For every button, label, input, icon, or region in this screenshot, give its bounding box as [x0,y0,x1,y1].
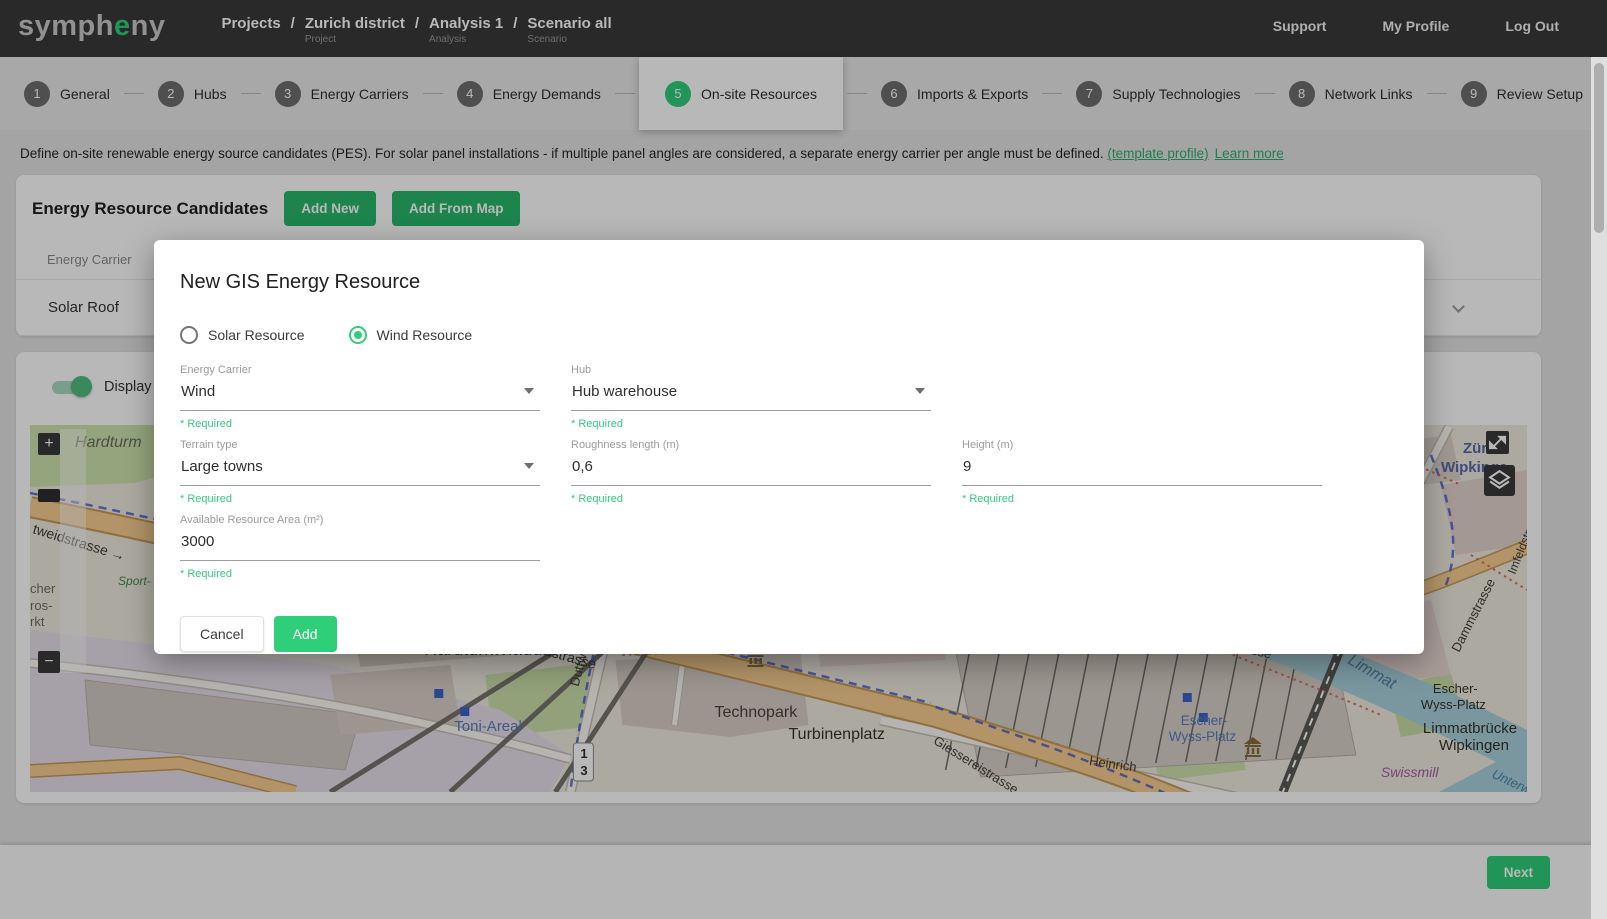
radio-wind-resource[interactable]: Wind Resource [349,326,473,344]
cancel-button[interactable]: Cancel [180,616,264,652]
terrain-type-select[interactable]: Large towns [180,458,540,486]
required-hint: * Required [571,493,931,505]
required-hint: * Required [180,418,540,430]
field-label: Terrain type [180,439,540,451]
add-button[interactable]: Add [274,616,337,652]
required-hint: * Required [571,418,931,430]
chevron-down-icon [524,463,534,469]
height-input[interactable]: 9 [962,458,1322,486]
available-resource-area-input[interactable]: 3000 [180,533,540,561]
required-hint: * Required [180,493,540,505]
new-gis-energy-resource-modal: New GIS Energy Resource Solar Resource Wi… [154,240,1424,654]
chevron-down-icon [524,388,534,394]
radio-solar-resource[interactable]: Solar Resource [180,326,305,344]
field-label: Height (m) [962,439,1322,451]
height-field: Height (m) 9 * Required [962,439,1322,505]
energy-carrier-select[interactable]: Wind [180,383,540,411]
roughness-length-input[interactable]: 0,6 [571,458,931,486]
radio-label: Wind Resource [377,327,473,343]
hub-field: Hub Hub warehouse * Required [571,364,931,430]
required-hint: * Required [180,568,540,580]
scrollbar[interactable] [1591,57,1607,919]
radio-icon [180,326,198,344]
energy-carrier-field: Energy Carrier Wind * Required [180,364,540,430]
field-label: Available Resource Area (m²) [180,514,540,526]
field-label: Roughness length (m) [571,439,931,451]
field-label: Energy Carrier [180,364,540,376]
radio-label: Solar Resource [208,327,305,343]
modal-title: New GIS Energy Resource [180,271,1398,294]
app-root: sympheny Projects/Zurich districtProject… [0,0,1607,919]
available-resource-area-field: Available Resource Area (m²) 3000 * Requ… [180,514,540,580]
roughness-length-field: Roughness length (m) 0,6 * Required [571,439,931,505]
terrain-type-field: Terrain type Large towns * Required [180,439,540,505]
resource-type-radio-group: Solar Resource Wind Resource [180,326,1398,344]
scrollbar-thumb[interactable] [1594,63,1604,233]
chevron-down-icon [915,388,925,394]
field-label: Hub [571,364,931,376]
hub-select[interactable]: Hub warehouse [571,383,931,411]
radio-icon [349,326,367,344]
required-hint: * Required [962,493,1322,505]
